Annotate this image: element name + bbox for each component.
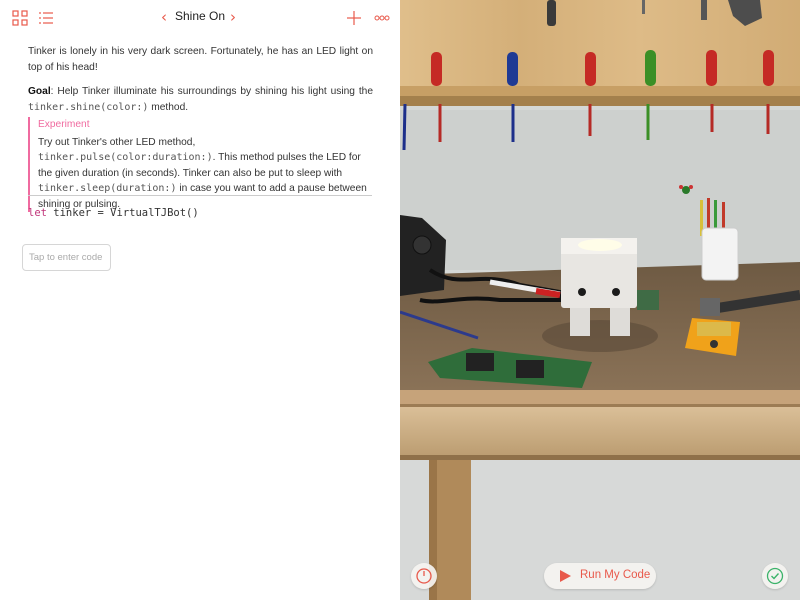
divider bbox=[28, 195, 372, 196]
experiment-text-1: Try out Tinker's other LED method, bbox=[38, 136, 196, 148]
code-statement: tinker = VirtualTJBot() bbox=[46, 207, 199, 219]
more-icon[interactable] bbox=[374, 10, 390, 26]
run-label: Run My Code bbox=[580, 569, 651, 581]
live-view bbox=[400, 0, 800, 600]
goal-text: : Help Tinker illuminate his surrounding… bbox=[50, 86, 373, 97]
goal-text-end: method. bbox=[148, 102, 189, 113]
app-window: ‹ Shine On › Tinker is lonely in his ver… bbox=[0, 0, 800, 600]
experiment-code-1: tinker.pulse(color:duration:) bbox=[38, 152, 213, 163]
list-icon[interactable] bbox=[38, 10, 54, 26]
plus-icon[interactable] bbox=[346, 10, 362, 26]
page-title: Shine On bbox=[174, 9, 226, 23]
status-button[interactable] bbox=[762, 563, 788, 589]
grid-icon[interactable] bbox=[12, 10, 28, 26]
experiment-body: Try out Tinker's other LED method, tinke… bbox=[38, 135, 373, 213]
experiment-heading: Experiment bbox=[38, 119, 90, 130]
speed-button[interactable] bbox=[411, 563, 437, 589]
code-keyword: let bbox=[28, 207, 47, 219]
run-my-code-button[interactable]: Run My Code bbox=[544, 563, 656, 589]
play-icon bbox=[560, 570, 571, 582]
experiment-callout: Experiment Try out Tinker's other LED me… bbox=[28, 117, 373, 212]
next-page-button[interactable]: › bbox=[230, 8, 236, 26]
intro-paragraph: Tinker is lonely in his very dark screen… bbox=[28, 46, 373, 73]
goal-paragraph: Goal: Help Tinker illuminate his surroun… bbox=[28, 84, 373, 116]
goal-code: tinker.shine(color:) bbox=[28, 102, 149, 113]
experiment-code-2: tinker.sleep(duration:) bbox=[38, 183, 177, 194]
speedometer-icon bbox=[416, 568, 432, 584]
nav-bar: ‹ Shine On › bbox=[0, 0, 400, 36]
prose-text: Tinker is lonely in his very dark screen… bbox=[28, 44, 373, 124]
instructions-pane: ‹ Shine On › Tinker is lonely in his ver… bbox=[0, 0, 400, 600]
workbench-scene bbox=[400, 0, 800, 600]
code-entry-field[interactable]: Tap to enter code bbox=[22, 244, 111, 271]
desk-edge bbox=[400, 390, 800, 404]
goal-label: Goal bbox=[28, 86, 51, 97]
code-line[interactable]: let tinker = VirtualTJBot() bbox=[28, 207, 199, 219]
checkmark-icon bbox=[766, 567, 784, 585]
